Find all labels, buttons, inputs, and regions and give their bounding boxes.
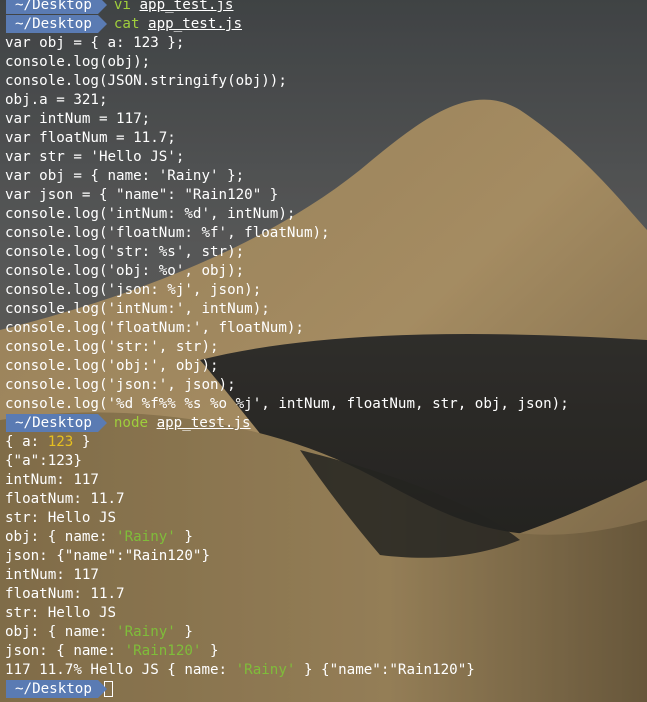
source-line: console.log('str:', str); — [5, 339, 219, 355]
string-literal: 'Rainy' — [116, 529, 176, 545]
output-line: str: Hello JS — [5, 605, 117, 621]
output-line: str: Hello JS — [5, 510, 117, 526]
source-line: var floatNum = 11.7; — [5, 130, 176, 146]
output-line: floatNum: 11.7 — [5, 491, 125, 507]
prompt-line-cat: ~/Desktop cat app_test.js — [0, 15, 647, 34]
string-literal: 'Rainy' — [116, 624, 176, 640]
output-text: } {"name":"Rain120"} — [295, 662, 475, 678]
prompt-line-vi: ~/Desktop vi app_test.js — [0, 0, 647, 15]
source-line: console.log('intNum: %d', intNum); — [5, 206, 296, 222]
output-text: 117 11.7% Hello JS { name: — [5, 662, 236, 678]
number-literal: 123 — [47, 434, 74, 450]
source-line: console.log('intNum:', intNum); — [5, 301, 270, 317]
source-line: console.log('floatNum:', floatNum); — [5, 320, 304, 336]
source-line: var str = 'Hello JS'; — [5, 149, 185, 165]
source-line: console.log('json:', json); — [5, 377, 236, 393]
output-line: 117 11.7% Hello JS { name: 'Rainy' } {"n… — [0, 661, 647, 680]
source-line: console.log(JSON.stringify(obj)); — [5, 73, 287, 89]
command-argument: app_test.js — [148, 16, 243, 32]
prompt-path-badge: ~/Desktop — [6, 414, 107, 432]
source-listing: var obj = { a: 123 }; console.log(obj); … — [0, 34, 647, 414]
source-line: console.log('json: %j', json); — [5, 282, 262, 298]
source-line: console.log('obj: %o', obj); — [5, 263, 245, 279]
command-argument: app_test.js — [156, 415, 251, 431]
source-line: console.log('%d %f%% %s %o %j', intNum, … — [5, 396, 569, 412]
prompt-line-current[interactable]: ~/Desktop — [0, 680, 647, 699]
program-output: { a: 123 } {"a":123} intNum: 117 floatNu… — [0, 433, 647, 680]
output-line: json: { name: 'Rain120' } — [0, 642, 647, 661]
source-line: var intNum = 117; — [5, 111, 151, 127]
source-line: console.log(obj); — [5, 54, 151, 70]
output-text: json: { name: — [5, 643, 125, 659]
output-line: obj: { name: 'Rainy' } — [0, 528, 647, 547]
prompt-path-badge: ~/Desktop — [6, 15, 107, 33]
source-line: obj.a = 321; — [5, 92, 108, 108]
output-text: } — [73, 434, 91, 450]
output-line: {"a":123} — [5, 453, 82, 469]
source-line: console.log('floatNum: %f', floatNum); — [5, 225, 330, 241]
prompt-path-badge: ~/Desktop — [6, 0, 107, 14]
source-line: console.log('str: %s', str); — [5, 244, 245, 260]
source-line: var obj = { a: 123 }; — [5, 35, 185, 51]
output-line: intNum: 117 — [5, 567, 99, 583]
output-line: intNum: 117 — [5, 472, 99, 488]
output-text: obj: { name: — [5, 529, 117, 545]
string-literal: 'Rain120' — [124, 643, 202, 659]
output-text: { a: — [5, 434, 48, 450]
output-line: { a: 123 } — [0, 433, 647, 452]
output-text: } — [201, 643, 219, 659]
output-line: obj: { name: 'Rainy' } — [0, 623, 647, 642]
output-line: json: {"name":"Rain120"} — [5, 548, 210, 564]
source-line: console.log('obj:', obj); — [5, 358, 219, 374]
output-text: obj: { name: — [5, 624, 117, 640]
string-literal: 'Rainy' — [235, 662, 296, 678]
output-line: floatNum: 11.7 — [5, 586, 125, 602]
command-argument: app_test.js — [139, 0, 234, 13]
terminal-window: ~/Desktop vi app_test.js ~/Desktop cat app… — [0, 0, 647, 699]
prompt-path-badge: ~/Desktop — [6, 680, 107, 698]
output-text: } — [175, 529, 193, 545]
source-line: var obj = { name: 'Rainy' }; — [5, 168, 245, 184]
output-text: } — [175, 624, 193, 640]
source-line: var json = { "name": "Rain120" } — [5, 187, 279, 203]
prompt-line-node: ~/Desktop node app_test.js — [0, 414, 647, 433]
